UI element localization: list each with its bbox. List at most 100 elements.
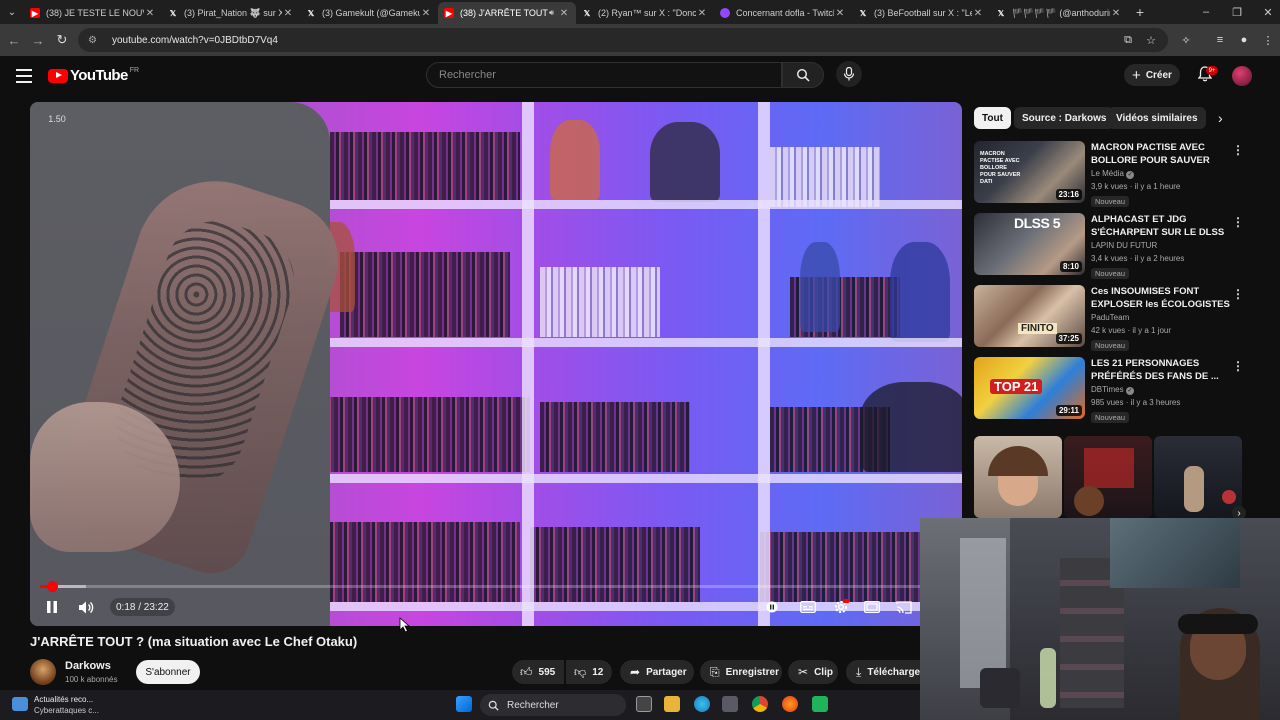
more-actions-icon[interactable]: ⋮ — [1232, 143, 1244, 157]
channel-avatar[interactable] — [30, 659, 56, 685]
video-thumbnail[interactable]: MACRON PACTISE AVEC BOLLORE POUR SAUVER … — [974, 141, 1085, 203]
close-tab-icon[interactable]: ✕ — [282, 8, 294, 19]
browser-tab[interactable]: 𝕏 (3) Gamekult (@Gamekul ✕ — [300, 2, 438, 24]
chip-similar[interactable]: Vidéos similaires — [1108, 107, 1206, 129]
duration-badge: 8:10 — [1059, 261, 1082, 272]
download-label: Télécharger — [867, 666, 920, 678]
recommendation-channel[interactable]: PaduTeam — [1091, 313, 1129, 322]
subscribe-button[interactable]: S'abonner — [136, 660, 200, 684]
windows-start-icon[interactable] — [456, 696, 472, 712]
video-thumbnail[interactable]: TOP 21 29:11 — [974, 357, 1085, 419]
progress-bar[interactable] — [40, 581, 954, 592]
download-button[interactable]: ⤓ Télécharger — [846, 660, 920, 684]
close-tab-icon[interactable]: ✕ — [972, 8, 984, 19]
taskbar-search[interactable]: Rechercher — [480, 694, 626, 716]
firefox-icon[interactable] — [782, 696, 798, 712]
save-button[interactable]: ⎘ Enregistrer — [700, 660, 782, 684]
close-tab-icon[interactable]: ✕ — [144, 8, 156, 19]
extensions-icon[interactable]: ✧ — [1178, 32, 1194, 48]
create-button[interactable]: + Créer — [1124, 64, 1180, 86]
channel-name[interactable]: Darkows — [65, 660, 111, 672]
search-input[interactable]: Rechercher — [426, 62, 782, 88]
browser-tab[interactable]: 𝕏 (3) Pirat_Nation 🐺 sur X ✕ — [162, 2, 300, 24]
new-tab-button[interactable]: + — [1128, 4, 1152, 20]
back-icon[interactable]: ← — [6, 32, 22, 48]
address-bar[interactable]: ⚙ youtube.com/watch?v=0JBDtbD7Vq4 — [78, 28, 1168, 52]
tab-audio-icon[interactable]: 🔊︎ — [549, 8, 554, 18]
chip-source[interactable]: Source : Darkows — [1014, 107, 1115, 129]
store-icon[interactable] — [722, 696, 738, 712]
close-tab-icon[interactable]: ✕ — [420, 8, 432, 19]
settings-button[interactable] — [831, 598, 851, 616]
more-actions-icon[interactable]: ⋮ — [1232, 215, 1244, 229]
recommendation-title[interactable]: Ces INSOUMISES FONT EXPLOSER les ÉCOLOGI… — [1091, 285, 1231, 311]
browser-menu-icon[interactable]: ⋮ — [1260, 32, 1276, 48]
close-window-icon[interactable]: ✕ — [1252, 0, 1280, 24]
recommendation-item[interactable]: TOP 21 29:11 LES 21 PERSONNAGES PRÉFÉRÉS D… — [974, 357, 1254, 423]
close-tab-icon[interactable]: ✕ — [696, 8, 708, 19]
scrubber-handle[interactable] — [46, 581, 58, 592]
profile-icon[interactable]: ● — [1236, 32, 1252, 48]
short-thumbnail[interactable] — [974, 436, 1062, 518]
forward-icon[interactable]: → — [30, 32, 46, 48]
media-control-icon[interactable]: ≡ — [1212, 32, 1228, 48]
browser-tab[interactable]: 𝕏 (2) Ryan™ sur X : "Donc le ✕ — [576, 2, 714, 24]
more-actions-icon[interactable]: ⋮ — [1232, 359, 1244, 373]
video-thumbnail[interactable]: FINITO 37:25 — [974, 285, 1085, 347]
close-tab-icon[interactable]: ✕ — [558, 8, 570, 19]
recommendation-channel[interactable]: Le Média ✓ — [1091, 169, 1135, 179]
recommendation-title[interactable]: ALPHACAST ET JDG S'ÉCHARPENT SUR LE DLSS… — [1091, 213, 1231, 239]
close-tab-icon[interactable]: ✕ — [834, 8, 846, 19]
theater-mode-button[interactable] — [863, 598, 881, 616]
pause-button[interactable] — [44, 598, 60, 616]
dislike-button[interactable]: 👎︎ 12 — [566, 660, 612, 684]
autoplay-toggle[interactable] — [764, 598, 780, 616]
volume-button[interactable] — [78, 598, 96, 616]
recommendation-item[interactable]: FINITO 37:25 Ces INSOUMISES FONT EXPLOSER … — [974, 285, 1254, 351]
more-actions-icon[interactable]: ⋮ — [1232, 287, 1244, 301]
browser-tab[interactable]: ▶ (38) J'ARRÊTE TOUT ? 🔊︎ ✕ — [438, 2, 576, 24]
browser-tab[interactable]: 𝕏 🏴🏴🏴🏴 (@anthodurin ✕ — [990, 2, 1128, 24]
edge-icon[interactable] — [694, 696, 710, 712]
file-explorer-icon[interactable] — [664, 696, 680, 712]
chevron-right-icon[interactable]: › — [1218, 110, 1223, 126]
share-button[interactable]: ➦ Partager — [620, 660, 694, 684]
theater-icon — [864, 601, 880, 613]
news-widget[interactable]: Actualités reco... Cyberattaques c... — [12, 693, 132, 717]
account-avatar[interactable] — [1232, 66, 1252, 86]
close-tab-icon[interactable]: ✕ — [1110, 8, 1122, 19]
guide-menu-icon[interactable] — [16, 69, 32, 83]
video-thumbnail[interactable]: DLSS 5 8:10 — [974, 213, 1085, 275]
cast-button[interactable] — [895, 598, 913, 616]
browser-tab[interactable]: Concernant dofla - Twitch ✕ — [714, 2, 852, 24]
create-label: Créer — [1145, 69, 1172, 81]
recommendation-channel[interactable]: DBTimes ✓ — [1091, 385, 1134, 395]
recommendation-item[interactable]: MACRON PACTISE AVEC BOLLORE POUR SAUVER … — [974, 141, 1254, 207]
browser-tab[interactable]: 𝕏 (3) BeFootball sur X : "Le ✕ — [852, 2, 990, 24]
video-player[interactable] — [30, 102, 962, 626]
install-app-icon[interactable]: ⧉ — [1120, 32, 1136, 48]
like-button[interactable]: 👍︎ 595 — [512, 660, 564, 684]
recommendation-item[interactable]: DLSS 5 8:10 ALPHACAST ET JDG S'ÉCHARPENT S… — [974, 213, 1254, 279]
bookmark-star-icon[interactable]: ☆ — [1143, 32, 1159, 48]
site-info-icon[interactable]: ⚙ — [88, 35, 100, 46]
voice-search-button[interactable] — [836, 61, 862, 87]
youtube-logo[interactable]: YouTube FR — [48, 67, 139, 84]
tab-search-chevron-icon[interactable]: ⌄ — [0, 0, 24, 24]
recommendation-title[interactable]: LES 21 PERSONNAGES PRÉFÉRÉS DES FANS DE … — [1091, 357, 1231, 383]
subtitles-button[interactable] — [799, 598, 817, 616]
short-thumbnail[interactable] — [1064, 436, 1152, 518]
recommendation-channel[interactable]: LAPIN DU FUTUR — [1091, 241, 1157, 250]
clip-button[interactable]: ✂ Clip — [788, 660, 838, 684]
recommendation-title[interactable]: MACRON PACTISE AVEC BOLLORE POUR SAUVER … — [1091, 141, 1231, 167]
chrome-icon[interactable] — [752, 696, 768, 712]
reload-icon[interactable]: ↻ — [54, 32, 70, 48]
minimize-icon[interactable]: – — [1190, 0, 1222, 24]
short-thumbnail[interactable] — [1154, 436, 1242, 518]
task-view-icon[interactable] — [636, 696, 652, 712]
browser-tab[interactable]: ▶ (38) JE TESTE LE NOUVEA✕ — [24, 2, 162, 24]
search-button[interactable] — [782, 62, 824, 88]
maximize-icon[interactable]: ❐ — [1221, 0, 1253, 24]
app-icon[interactable] — [812, 696, 828, 712]
chip-tout[interactable]: Tout — [974, 107, 1011, 129]
